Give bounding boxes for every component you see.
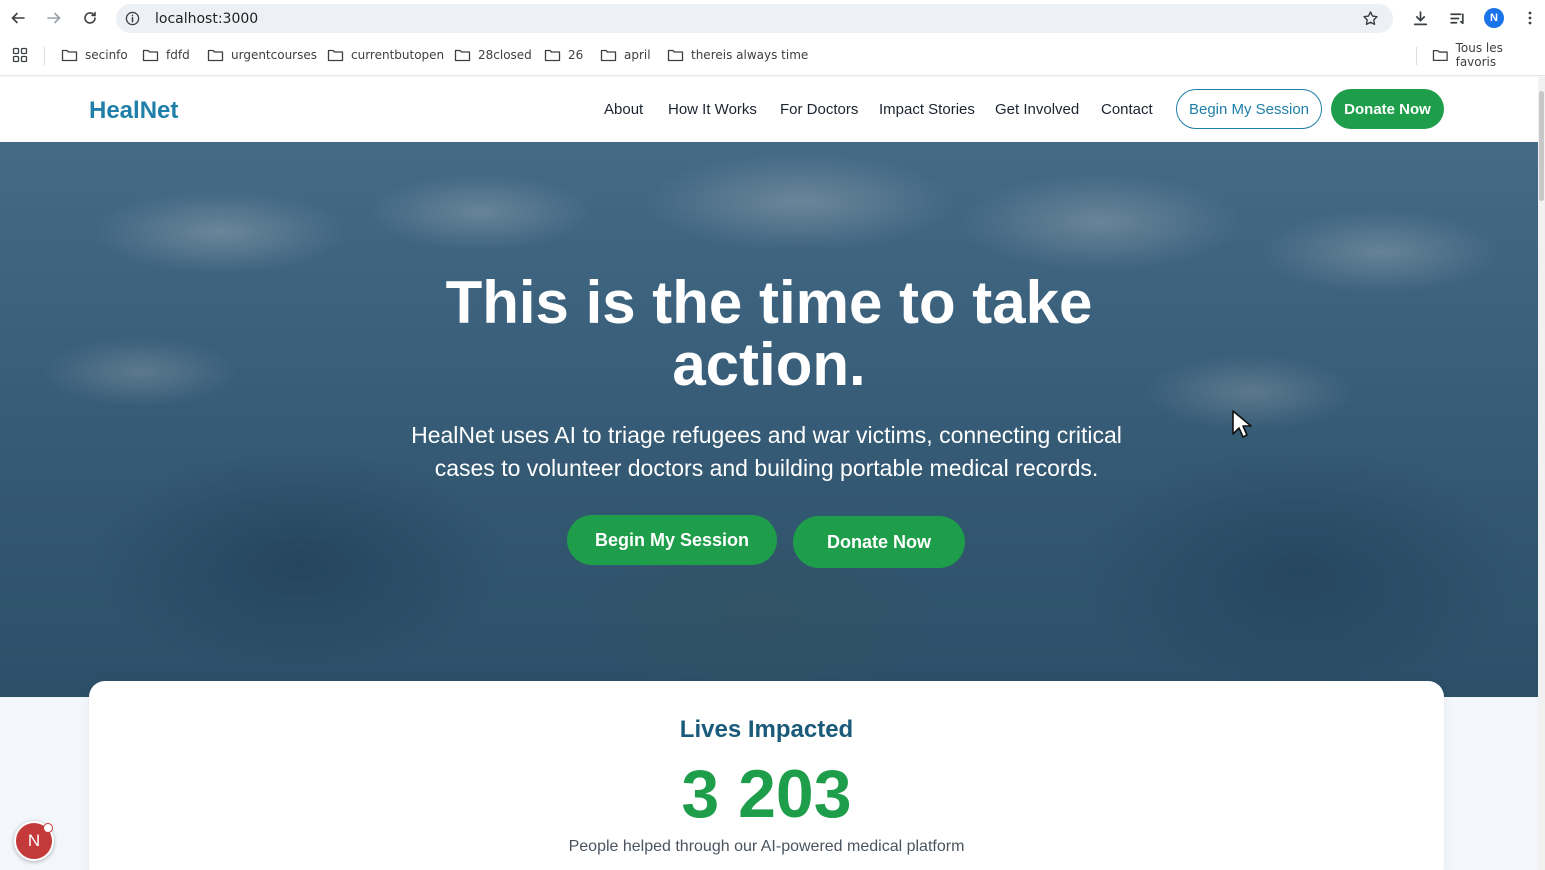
bookmark-folder[interactable]: urgentcourses [207, 46, 317, 64]
folder-icon [667, 49, 684, 62]
bookmark-star-icon[interactable] [1362, 10, 1379, 27]
browser-toolbar: localhost:3000 N [0, 0, 1545, 36]
bookmarks-bar: secinfo fdfd urgentcourses currentbutope… [0, 40, 1545, 70]
more-vertical-icon [1528, 11, 1532, 25]
bookmark-folder[interactable]: fdfd [142, 46, 190, 64]
address-bar[interactable]: localhost:3000 [116, 4, 1393, 33]
nav-link-how-it-works[interactable]: How It Works [668, 101, 757, 118]
bookmark-folder[interactable]: 28closed [454, 46, 532, 64]
bookmark-folder[interactable]: currentbutopen [327, 46, 444, 64]
bookmark-folder[interactable]: 26 [544, 46, 583, 64]
reading-list-icon [1449, 12, 1464, 24]
page-scrollbar[interactable] [1538, 77, 1545, 870]
bookmark-label: urgentcourses [231, 48, 318, 62]
bookmark-folder[interactable]: secinfo [61, 46, 128, 64]
arrow-right-icon [47, 12, 61, 24]
nav-link-get-involved[interactable]: Get Involved [995, 101, 1079, 118]
reload-button[interactable] [78, 6, 102, 30]
folder-icon [142, 49, 159, 62]
reading-list-button[interactable] [1447, 8, 1467, 28]
hero-begin-session-button[interactable]: Begin My Session [567, 515, 777, 565]
bookmark-folder[interactable]: april [600, 46, 651, 64]
bookmarks-divider [1416, 47, 1417, 65]
nav-link-contact[interactable]: Contact [1101, 101, 1153, 118]
hero-title: This is the time to take action. [369, 272, 1169, 396]
site-header: HealNet About How It Works For Doctors I… [0, 77, 1538, 142]
hero-title-line: action. [672, 331, 866, 398]
bookmarks-divider [44, 47, 45, 65]
bookmark-folder[interactable]: thereis always time [667, 46, 808, 64]
hero-donate-button[interactable]: Donate Now [793, 516, 965, 568]
mouse-pointer-icon [1232, 410, 1252, 438]
folder-icon [454, 49, 471, 62]
forward-button[interactable] [42, 6, 66, 30]
site-info-icon[interactable] [125, 11, 140, 26]
reload-icon [84, 11, 96, 24]
dev-indicator-dot [43, 823, 53, 833]
profile-avatar[interactable]: N [1484, 8, 1504, 28]
back-button[interactable] [6, 6, 30, 30]
all-bookmarks-folder[interactable]: Tous les favoris [1432, 41, 1545, 69]
bookmark-label: april [624, 48, 651, 62]
folder-icon [327, 49, 344, 62]
nav-link-about[interactable]: About [604, 101, 643, 118]
hero-subtitle-line: HealNet uses AI to triage refugees and w… [411, 422, 1122, 448]
impact-title: Lives Impacted [679, 716, 854, 743]
impact-card: Lives Impacted 3 203 People helped throu… [89, 681, 1444, 870]
bookmark-label: currentbutopen [351, 48, 445, 62]
bookmark-label: 28closed [478, 48, 532, 62]
browser-chrome: localhost:3000 N secinfo fdfd urgentcour… [0, 0, 1545, 76]
hero-subtitle: HealNet uses AI to triage refugees and w… [369, 419, 1164, 485]
browser-menu-button[interactable] [1520, 8, 1540, 28]
folder-icon [1432, 49, 1448, 62]
nav-link-for-doctors[interactable]: For Doctors [780, 101, 858, 118]
download-icon [1413, 10, 1427, 25]
arrow-left-icon [11, 12, 25, 24]
bookmark-label: fdfd [166, 48, 190, 62]
header-donate-button[interactable]: Donate Now [1331, 89, 1444, 129]
downloads-button[interactable] [1410, 8, 1430, 28]
folder-icon [600, 49, 617, 62]
impact-count: 3 203 [681, 756, 852, 832]
apps-grid-icon[interactable] [12, 47, 28, 63]
folder-icon [544, 49, 561, 62]
nav-link-impact-stories[interactable]: Impact Stories [879, 101, 975, 118]
impact-description: People helped through our AI-powered med… [568, 838, 965, 855]
hero-subtitle-line: cases to volunteer doctors and building … [434, 455, 1099, 481]
folder-icon [207, 49, 224, 62]
url-text[interactable]: localhost:3000 [155, 11, 258, 27]
folder-icon [61, 49, 78, 62]
bookmark-label: Tous les favoris [1455, 41, 1503, 69]
bookmark-label: thereis always time [691, 48, 809, 62]
hero-title-line: This is the time to take [445, 269, 1093, 336]
hero-section: This is the time to take action. HealNet… [0, 142, 1538, 697]
scrollbar-thumb[interactable] [1539, 91, 1544, 201]
header-begin-session-button[interactable]: Begin My Session [1176, 89, 1322, 129]
site-logo[interactable]: HealNet [89, 97, 178, 125]
web-page: HealNet About How It Works For Doctors I… [0, 77, 1538, 870]
bookmark-label: secinfo [85, 48, 128, 62]
bookmark-label: 26 [568, 48, 584, 62]
